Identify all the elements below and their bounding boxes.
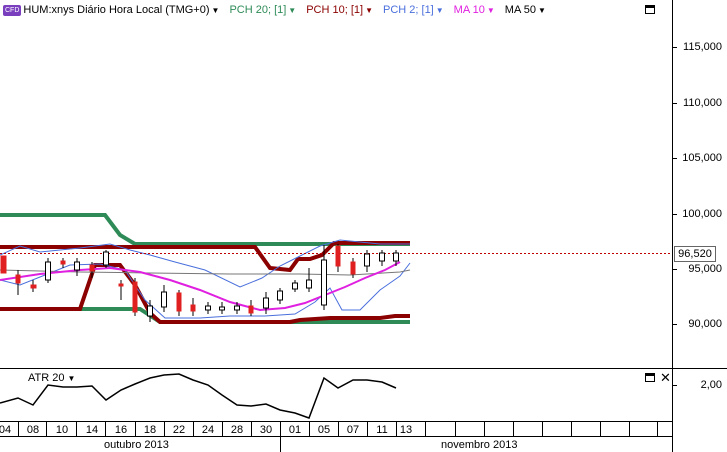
candle [176, 292, 182, 312]
candle [45, 261, 51, 281]
price-axis-label: 100,000 [682, 208, 722, 220]
time-tick: 24 [201, 424, 215, 436]
price-axis-label: 110,000 [683, 97, 722, 109]
time-tick: 07 [346, 424, 360, 436]
candle [15, 274, 21, 284]
atr-indicator-label[interactable]: ATR 20 ▼ [28, 372, 75, 384]
time-tick: 01 [288, 424, 302, 436]
candle [263, 297, 269, 309]
candle [161, 291, 167, 308]
candle [364, 253, 370, 267]
time-tick: 16 [114, 424, 128, 436]
pch10-upper-line [0, 241, 410, 273]
time-tick: 11 [376, 424, 388, 436]
time-tick: 13 [399, 424, 413, 436]
candle [74, 261, 80, 271]
candle [30, 284, 37, 289]
candle [190, 304, 196, 312]
time-tick: 04 [0, 424, 12, 436]
atr-axis-label: 2,00 [700, 379, 722, 391]
candle [219, 306, 225, 311]
candle [89, 264, 95, 272]
candle [277, 290, 283, 301]
candle [292, 282, 298, 290]
candle [321, 259, 327, 306]
month-label-october: outubro 2013 [104, 439, 169, 451]
candle [103, 251, 109, 266]
price-axis-label: 115,000 [683, 41, 722, 53]
candle [205, 305, 211, 311]
candle [0, 255, 7, 274]
chevron-down-icon[interactable]: ▼ [67, 374, 75, 383]
pch20-upper-line [0, 213, 410, 246]
current-price-label: 96,520 [674, 246, 716, 262]
time-tick: 30 [259, 424, 273, 436]
candle [118, 283, 124, 287]
candle [350, 261, 356, 275]
time-tick: 05 [317, 424, 331, 436]
price-axis-label: 105,000 [682, 152, 722, 164]
close-icon[interactable]: ✕ [660, 371, 671, 384]
candle [335, 245, 341, 267]
chart-canvas [0, 0, 727, 452]
candle [132, 281, 138, 313]
maximize-pane-icon[interactable] [645, 373, 655, 382]
candle [248, 305, 254, 314]
time-tick: 10 [55, 424, 69, 436]
candle [147, 305, 153, 317]
time-tick: 18 [143, 424, 157, 436]
time-tick: 08 [26, 424, 40, 436]
time-tick: 22 [172, 424, 186, 436]
candle [393, 252, 399, 262]
price-axis-label: 95,000 [688, 263, 722, 275]
time-tick: 14 [85, 424, 99, 436]
time-tick: 28 [230, 424, 244, 436]
candle [60, 260, 66, 265]
candle [234, 305, 240, 311]
candle [379, 252, 385, 262]
month-label-november: novembro 2013 [441, 439, 518, 451]
candle [306, 279, 312, 289]
price-axis-label: 90,000 [688, 318, 722, 330]
